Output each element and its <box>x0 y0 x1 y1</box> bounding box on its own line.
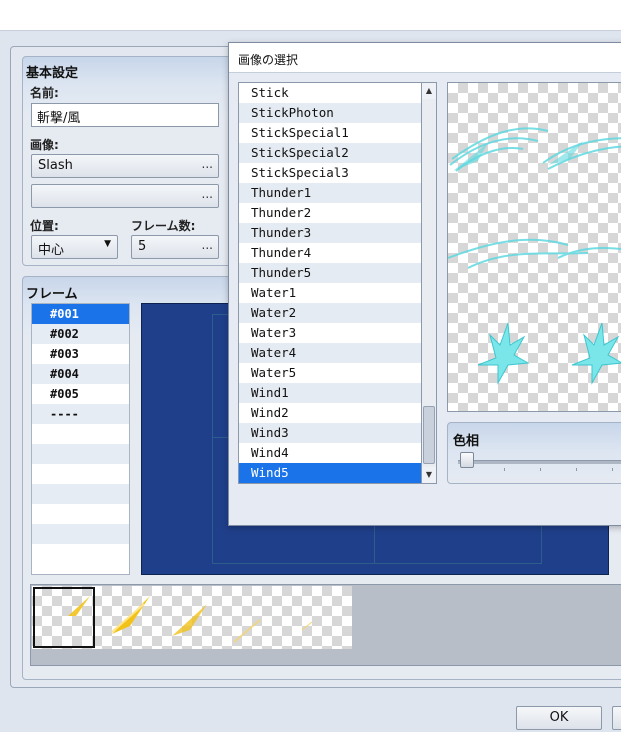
frames-browse-button[interactable]: ... <box>202 238 213 252</box>
position-value: 中心 <box>38 243 65 258</box>
file-item-selected[interactable]: Wind5 <box>239 463 422 483</box>
cancel-button-partial[interactable] <box>612 706 621 730</box>
arrow-down-icon[interactable]: ▼ <box>422 467 436 483</box>
hue-tick <box>576 468 577 471</box>
hue-group: 色相 <box>447 422 621 484</box>
frames-value: 5 <box>138 239 147 254</box>
hue-tick <box>612 468 613 471</box>
file-item[interactable]: StickSpecial2 <box>239 143 422 163</box>
name-label: 名前: <box>30 86 59 100</box>
frame-item[interactable]: #001 <box>32 304 129 324</box>
frame-empty-row <box>32 464 129 484</box>
slash-effect-cels <box>68 596 313 643</box>
cel-strip[interactable] <box>32 586 352 649</box>
image-preview <box>447 82 621 412</box>
file-list-scrollbar[interactable]: ▲ ▼ <box>421 82 437 484</box>
file-item[interactable]: Thunder4 <box>239 243 422 263</box>
file-item[interactable]: StickPhoton <box>239 103 422 123</box>
file-list[interactable]: Stick StickPhoton StickSpecial1 StickSpe… <box>238 82 423 484</box>
hue-tick <box>540 468 541 471</box>
frame-empty-row <box>32 444 129 464</box>
hue-slider-thumb[interactable] <box>460 452 474 468</box>
file-item[interactable]: Water4 <box>239 343 422 363</box>
file-item[interactable]: Thunder1 <box>239 183 422 203</box>
dialog-title: 画像の選択 <box>238 53 299 67</box>
file-item[interactable]: Water2 <box>239 303 422 323</box>
file-item[interactable]: Water5 <box>239 363 422 383</box>
file-item[interactable]: Water3 <box>239 323 422 343</box>
position-label: 位置: <box>30 219 59 233</box>
image2-field[interactable]: ... <box>31 184 219 208</box>
frame-empty-row <box>32 484 129 504</box>
frame-item[interactable]: #002 <box>32 324 129 344</box>
chevron-down-icon: ▼ <box>104 239 111 249</box>
image-label: 画像: <box>30 138 59 152</box>
frames-label: フレーム数: <box>131 219 196 233</box>
file-item[interactable]: Wind1 <box>239 383 422 403</box>
wind-effect-preview <box>448 127 621 385</box>
file-item[interactable]: Wind2 <box>239 403 422 423</box>
file-item[interactable]: StickSpecial3 <box>239 163 422 183</box>
frame-empty-row <box>32 424 129 444</box>
file-item[interactable]: Wind4 <box>239 443 422 463</box>
frame-group-title: フレーム <box>26 287 78 302</box>
frame-empty-row <box>32 544 129 564</box>
file-item[interactable]: StickSpecial1 <box>239 123 422 143</box>
frames-field[interactable]: 5 ... <box>131 235 219 259</box>
hue-slider-track[interactable] <box>458 460 621 464</box>
name-field[interactable]: 斬撃/風 <box>31 103 219 127</box>
frame-list[interactable]: #001 #002 #003 #004 #005 ---- <box>31 303 130 575</box>
file-item[interactable]: Thunder3 <box>239 223 422 243</box>
image1-value: Slash <box>38 158 73 173</box>
scrollbar-thumb[interactable] <box>423 406 435 464</box>
basic-settings-group: 基本設定 名前: 斬撃/風 画像: Slash ... ... 位置: フレーム… <box>22 56 232 266</box>
frame-item[interactable]: #005 <box>32 384 129 404</box>
image1-field[interactable]: Slash ... <box>31 154 219 178</box>
file-item[interactable]: Stick <box>239 83 422 103</box>
image1-browse-button[interactable]: ... <box>202 157 213 171</box>
image-select-dialog: 画像の選択 Stick StickPhoton StickSpecial1 St… <box>228 42 621 526</box>
file-item[interactable]: Thunder5 <box>239 263 422 283</box>
file-item[interactable]: Water1 <box>239 283 422 303</box>
frame-item[interactable]: #003 <box>32 344 129 364</box>
position-select[interactable]: 中心 ▼ <box>31 235 118 259</box>
ok-button[interactable]: OK <box>516 706 602 730</box>
frame-empty-row <box>32 504 129 524</box>
frame-item[interactable]: ---- <box>32 404 129 424</box>
file-item[interactable]: Thunder2 <box>239 203 422 223</box>
frame-empty-row <box>32 524 129 544</box>
image2-browse-button[interactable]: ... <box>202 187 213 201</box>
frame-item[interactable]: #004 <box>32 364 129 384</box>
hue-tick <box>504 468 505 471</box>
hue-label: 色相 <box>453 434 480 449</box>
file-item[interactable]: Wind3 <box>239 423 422 443</box>
arrow-up-icon[interactable]: ▲ <box>422 83 436 99</box>
basic-settings-title: 基本設定 <box>26 66 79 81</box>
